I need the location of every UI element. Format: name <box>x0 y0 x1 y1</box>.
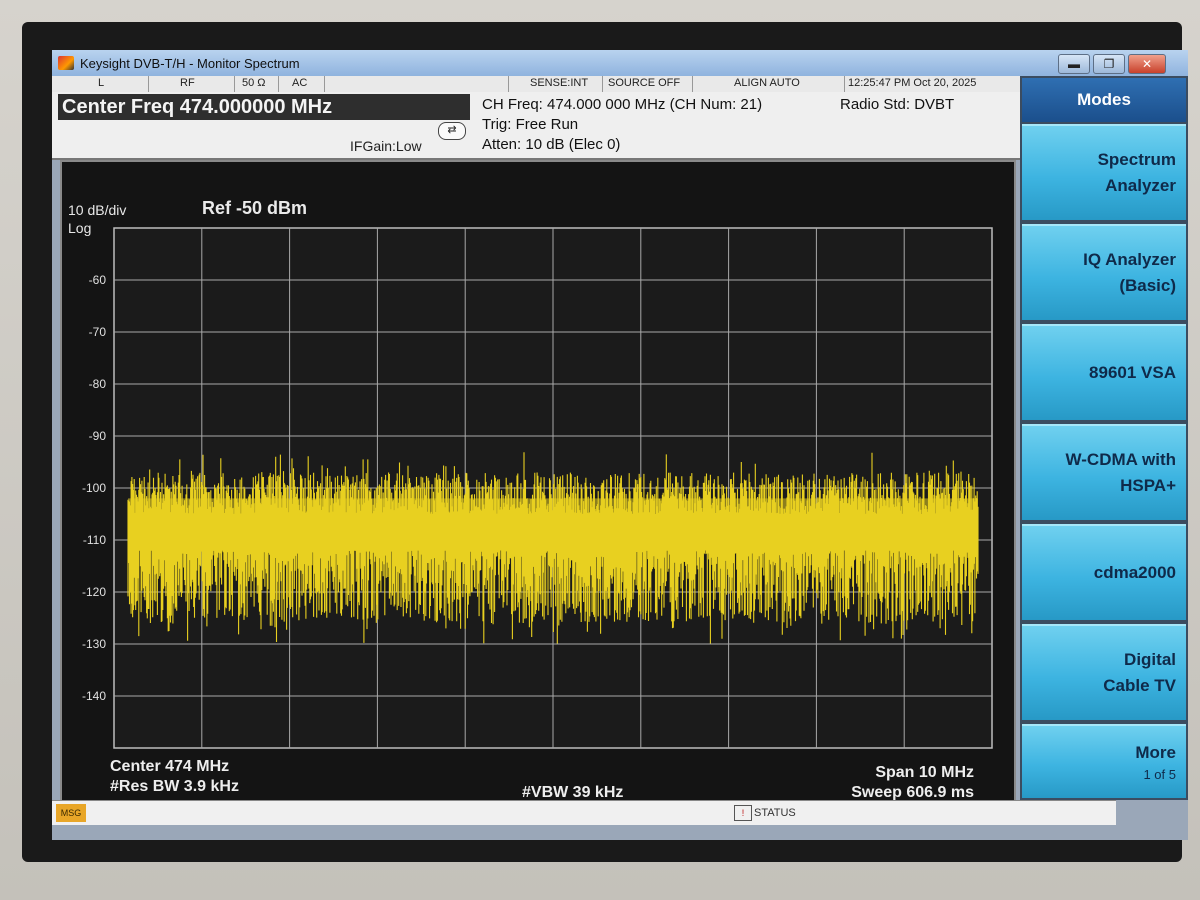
y-tick-label: -100 <box>82 481 106 495</box>
radio-std-label: Radio Std: DVBT <box>840 96 955 113</box>
y-tick-label: -110 <box>83 533 106 547</box>
softkey-89601-vsa[interactable]: 89601 VSA <box>1022 324 1186 420</box>
softkey-more[interactable]: More 1 of 5 <box>1022 724 1186 798</box>
swap-arrows-icon[interactable]: ⇄ <box>438 122 466 140</box>
title-bar[interactable]: Keysight DVB-T/H - Monitor Spectrum ▬ ❐ … <box>52 50 1188 76</box>
restore-button[interactable]: ❐ <box>1093 54 1125 74</box>
ifgain-label: IFGain:Low <box>350 138 422 154</box>
softkey-spectrum-analyzer[interactable]: Spectrum Analyzer <box>1022 124 1186 220</box>
center-frequency-annotation: Center 474 MHz <box>110 758 230 775</box>
softkey-wcdma-hspa[interactable]: W-CDMA with HSPA+ <box>1022 424 1186 520</box>
message-bar: MSG ! STATUS <box>52 800 1116 825</box>
span-annotation: Span 10 MHz <box>875 764 974 781</box>
y-tick-label: -70 <box>89 325 107 339</box>
attenuation-label: Atten: 10 dB (Elec 0) <box>482 136 621 153</box>
y-tick-label: -80 <box>89 377 107 391</box>
close-button[interactable]: ✕ <box>1128 54 1166 74</box>
status-rf: RF <box>180 77 195 89</box>
window-controls: ▬ ❐ ✕ <box>1058 54 1166 74</box>
trigger-label: Trig: Free Run <box>482 116 579 133</box>
softkey-iq-analyzer[interactable]: IQ Analyzer (Basic) <box>1022 224 1186 320</box>
y-axis-labels: -60 -70 -80 -90 -100 -110 -120 -130 -140 <box>82 273 106 703</box>
minimize-button[interactable]: ▬ <box>1058 54 1090 74</box>
status-indicator[interactable]: ! STATUS <box>734 805 796 821</box>
status-coupling-ac: AC <box>292 77 308 89</box>
window-title: Keysight DVB-T/H - Monitor Spectrum <box>80 55 300 71</box>
app-logo-icon <box>58 56 74 70</box>
softkey-digital-cable-tv[interactable]: Digital Cable TV <box>1022 624 1186 720</box>
y-tick-label: -120 <box>82 585 106 599</box>
reference-level: Ref -50 dBm <box>202 198 308 218</box>
status-icon: ! <box>734 805 752 821</box>
measurement-info-header: Center Freq 474.000000 MHz ⇄ IFGain:Low … <box>52 92 1020 160</box>
modes-menu-title: Modes <box>1022 78 1186 122</box>
scale-type: Log <box>68 220 92 236</box>
spectrum-plot[interactable]: -60 -70 -80 -90 -100 -110 -120 -130 -140 <box>62 162 1014 812</box>
y-tick-label: -140 <box>82 689 106 703</box>
status-align: ALIGN AUTO <box>734 77 800 89</box>
y-tick-label: -130 <box>82 637 106 651</box>
y-tick-label: -60 <box>89 273 107 287</box>
center-freq-display[interactable]: Center Freq 474.000000 MHz <box>58 94 470 120</box>
app-window: Keysight DVB-T/H - Monitor Spectrum ▬ ❐ … <box>52 50 1188 840</box>
scale-per-division: 10 dB/div <box>68 202 127 218</box>
settings-status-strip: L RF 50 Ω AC SENSE:INT SOURCE OFF ALIGN … <box>52 76 1020 93</box>
status-sense: SENSE:INT <box>530 77 589 89</box>
status-label: STATUS <box>754 807 796 819</box>
status-impedance: 50 Ω <box>242 77 266 89</box>
softkey-cdma2000[interactable]: cdma2000 <box>1022 524 1186 620</box>
status-source: SOURCE OFF <box>608 77 681 89</box>
softkey-panel: Modes Spectrum Analyzer IQ Analyzer (Bas… <box>1020 76 1188 800</box>
status-input-coupling-l: L <box>98 77 105 89</box>
msg-badge[interactable]: MSG <box>56 804 86 822</box>
spectrum-display[interactable]: -60 -70 -80 -90 -100 -110 -120 -130 -140 10 dB/d… <box>60 160 1016 814</box>
status-datetime: 12:25:47 PM Oct 20, 2025 <box>848 77 977 89</box>
ch-freq-label: CH Freq: 474.000 000 MHz (CH Num: 21) <box>482 96 763 113</box>
res-bw-annotation: #Res BW 3.9 kHz <box>110 778 239 795</box>
y-tick-label: -90 <box>89 429 107 443</box>
